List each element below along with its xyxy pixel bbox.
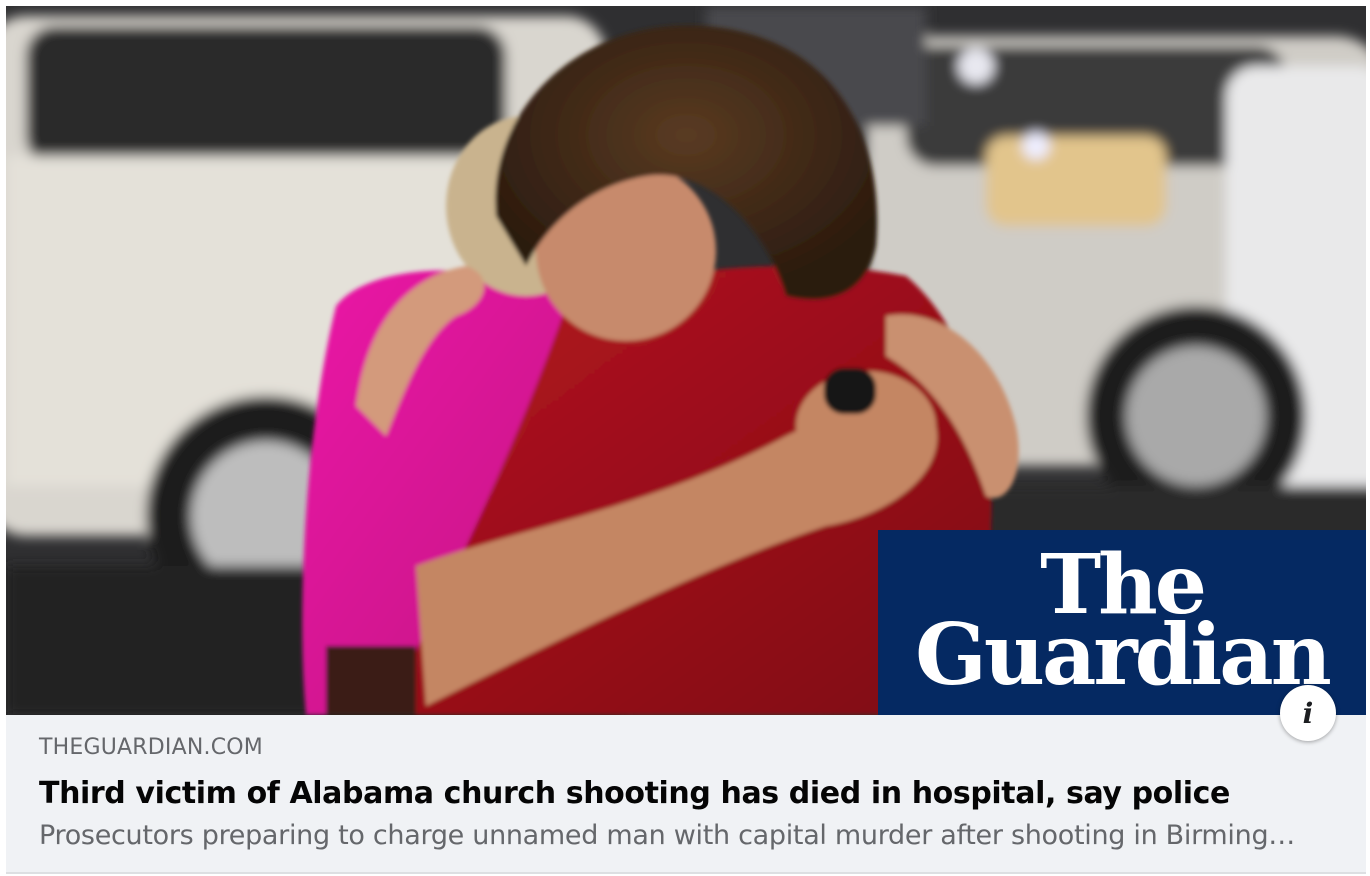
link-preview-meta[interactable]: THEGUARDIAN.COM Third victim of Alabama … xyxy=(39,733,1339,853)
logo-line-guardian: Guardian xyxy=(915,605,1332,704)
source-domain: THEGUARDIAN.COM xyxy=(39,735,263,760)
info-icon: i xyxy=(1302,696,1314,730)
article-description: Prosecutors preparing to charge unnamed … xyxy=(39,820,1307,851)
guardian-logo: The Guardian xyxy=(878,530,1366,715)
link-preview-card[interactable]: The Guardian i THEGUARDIAN.COM Third vic… xyxy=(6,6,1366,874)
article-image-link[interactable]: The Guardian xyxy=(6,6,1366,715)
article-title[interactable]: Third victim of Alabama church shooting … xyxy=(39,776,1339,812)
